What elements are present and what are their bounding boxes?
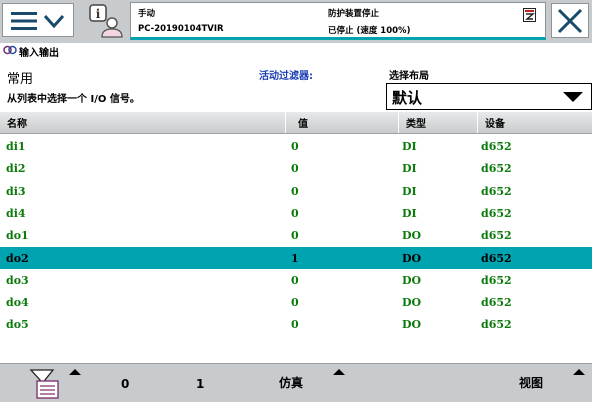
filter-icon <box>29 369 59 399</box>
column-divider <box>285 112 286 133</box>
cell-value: 0 <box>291 273 299 287</box>
cell-name: do2 <box>6 251 29 265</box>
safety-status: 防护装置停止 <box>328 9 380 19</box>
cell-name: do4 <box>6 296 29 310</box>
cell-device: d652 <box>481 296 512 310</box>
column-header-value[interactable]: 值 <box>298 115 308 130</box>
column-header-type[interactable]: 类型 <box>406 115 426 130</box>
cell-type: DI <box>402 140 417 153</box>
table-row[interactable]: do1 0 DO d652 <box>0 224 592 246</box>
controller-name: PC-20190104TVIR <box>138 24 224 34</box>
view-button[interactable]: 视图 <box>519 374 543 391</box>
cell-type: DO <box>402 251 422 265</box>
column-header-name[interactable]: 名称 <box>7 115 27 130</box>
cell-device: d652 <box>481 229 512 243</box>
table-row[interactable]: di2 0 DI d652 <box>0 157 592 179</box>
main-menu-button[interactable] <box>2 3 74 37</box>
cell-value: 0 <box>291 296 299 310</box>
cell-name: di2 <box>6 162 26 176</box>
status-panel[interactable]: 手动 PC-20190104TVIR 防护装置停止 已停止 (速度 100%) <box>130 2 546 40</box>
filter-button[interactable] <box>28 366 81 400</box>
cell-name: do3 <box>6 273 29 287</box>
menu-icon <box>11 12 65 30</box>
cell-name: di3 <box>6 184 26 198</box>
cell-type: DI <box>402 162 417 176</box>
task-status-icon <box>523 8 536 22</box>
table-row[interactable]: di4 0 DI d652 <box>0 202 592 224</box>
chevron-down-icon <box>563 92 583 102</box>
triangle-up-icon <box>573 369 585 375</box>
io-app-icon <box>3 45 17 55</box>
cell-value: 0 <box>291 162 299 176</box>
mode-text: 手动 <box>138 9 156 19</box>
simulate-button[interactable]: 仿真 <box>279 374 303 391</box>
table-row[interactable]: di1 0 DI d652 <box>0 135 592 157</box>
event-log-button[interactable]: i <box>88 3 126 39</box>
cell-name: di4 <box>6 206 26 220</box>
table-header: 名称 值 类型 设备 <box>0 112 592 134</box>
triangle-up-icon <box>333 369 345 375</box>
active-filter-label[interactable]: 活动过滤器: <box>259 67 313 82</box>
filter-name: 常用 <box>7 72 34 87</box>
cell-type: DO <box>402 318 422 332</box>
cell-device: d652 <box>481 318 512 332</box>
layout-label: 选择布局 <box>389 71 429 82</box>
cell-device: d652 <box>481 251 512 265</box>
close-button[interactable] <box>551 3 589 38</box>
cell-name: do5 <box>6 318 29 332</box>
cell-type: DI <box>402 184 417 198</box>
cell-value: 0 <box>291 140 299 153</box>
table-row[interactable]: do3 0 DO d652 <box>0 269 592 291</box>
cell-device: d652 <box>481 273 512 287</box>
cell-device: d652 <box>481 140 512 153</box>
triangle-up-icon <box>69 369 81 375</box>
table-row[interactable]: di3 0 DI d652 <box>0 180 592 202</box>
svg-text:i: i <box>96 7 101 21</box>
cell-device: d652 <box>481 162 512 176</box>
cell-device: d652 <box>481 184 512 198</box>
cell-type: DO <box>402 273 422 287</box>
layout-value: 默认 <box>392 89 423 107</box>
select-signal-hint: 从列表中选择一个 I/O 信号。 <box>7 94 140 105</box>
cell-device: d652 <box>481 206 512 220</box>
bottom-toolbar: 0 1 仿真 视图 <box>0 363 592 402</box>
layout-dropdown[interactable]: 默认 <box>386 83 592 110</box>
column-header-device[interactable]: 设备 <box>485 115 505 130</box>
cell-name: do1 <box>6 229 29 243</box>
cell-value: 0 <box>291 184 299 198</box>
column-divider <box>477 112 478 133</box>
cell-value: 1 <box>291 251 299 265</box>
cell-type: DI <box>402 206 417 220</box>
column-divider <box>398 112 399 133</box>
cell-type: DO <box>402 296 422 310</box>
table-row[interactable]: do5 0 DO d652 <box>0 313 592 335</box>
cell-value: 0 <box>291 318 299 332</box>
close-icon <box>557 8 583 34</box>
info-user-icon: i <box>89 4 123 38</box>
table-row[interactable]: do2 1 DO d652 <box>0 246 592 269</box>
table-row[interactable]: do4 0 DO d652 <box>0 291 592 313</box>
app-title: 输入输出 <box>19 48 59 59</box>
cell-value: 0 <box>291 229 299 243</box>
set-one-button[interactable]: 1 <box>196 377 204 391</box>
run-status: 已停止 (速度 100%) <box>328 26 411 36</box>
cell-type: DO <box>402 229 422 243</box>
set-zero-button[interactable]: 0 <box>121 377 129 391</box>
cell-value: 0 <box>291 206 299 220</box>
cell-name: di1 <box>6 140 26 153</box>
